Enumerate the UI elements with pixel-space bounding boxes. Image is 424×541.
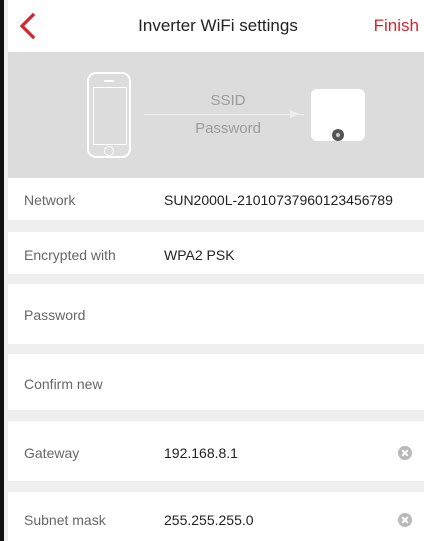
encryption-label: Encrypted with xyxy=(24,247,116,263)
confirm-label: Confirm new xyxy=(24,376,103,392)
ssid-caption: SSID xyxy=(210,92,246,109)
confirm-row: Confirm new xyxy=(8,354,424,410)
inverter-device-icon xyxy=(311,89,365,141)
encryption-row[interactable]: Encrypted with WPA2 PSK xyxy=(8,232,424,274)
clear-subnet-icon[interactable] xyxy=(398,513,412,527)
page-title: Inverter WiFi settings xyxy=(138,16,298,35)
confirm-input[interactable] xyxy=(164,376,404,394)
app-frame: Inverter WiFi settings Finish SSID Passw… xyxy=(0,0,424,541)
gateway-row: Gateway 192.168.8.1 xyxy=(8,421,424,481)
network-label: Network xyxy=(24,192,76,208)
subnet-label: Subnet mask xyxy=(24,512,106,528)
arrow-head-icon xyxy=(290,110,300,118)
password-input[interactable] xyxy=(164,307,404,325)
gateway-label: Gateway xyxy=(24,445,80,461)
clear-gateway-icon[interactable] xyxy=(398,446,412,460)
connection-illustration: SSID Password xyxy=(8,52,424,178)
password-caption: Password xyxy=(195,120,261,137)
top-bar: Inverter WiFi settings Finish xyxy=(8,0,424,52)
subnet-row: Subnet mask 255.255.255.0 xyxy=(8,492,424,541)
gateway-input[interactable]: 192.168.8.1 xyxy=(164,445,238,461)
arrow-icon xyxy=(144,114,304,115)
subnet-input[interactable]: 255.255.255.0 xyxy=(164,512,254,528)
password-label: Password xyxy=(24,307,86,323)
password-row: Password xyxy=(8,284,424,344)
finish-button[interactable]: Finish xyxy=(374,16,419,36)
phone-icon xyxy=(87,72,131,158)
encryption-value: WPA2 PSK xyxy=(164,247,235,263)
network-row: Network SUN2000L-21010737960123456789 xyxy=(8,178,424,220)
network-value: SUN2000L-21010737960123456789 xyxy=(164,192,393,208)
